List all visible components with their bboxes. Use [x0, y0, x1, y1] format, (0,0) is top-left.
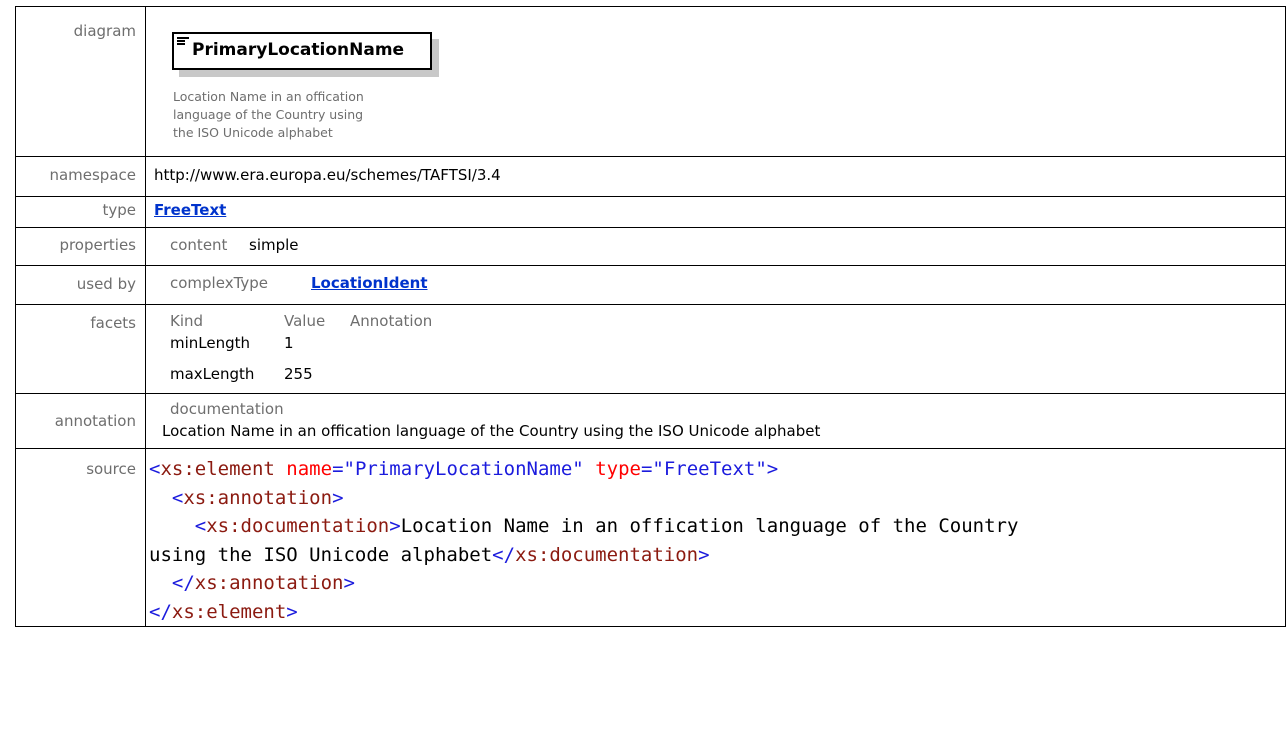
element-box[interactable]: PrimaryLocationName: [172, 32, 432, 70]
type-link[interactable]: FreeText: [154, 201, 226, 219]
annotation-text: Location Name in an offication language …: [162, 422, 821, 440]
code-text: using the ISO Unicode alphabet: [149, 543, 493, 566]
diagram-row: diagram PrimaryLocationName Location Nam…: [15, 6, 1286, 157]
diagram-description-line: Location Name in an offication: [173, 89, 364, 104]
source-code: <xs:element name="PrimaryLocationName" t…: [149, 458, 1019, 623]
facet-row-value: 1: [284, 334, 294, 352]
code-tag: xs:annotation: [183, 486, 333, 509]
facet-header-kind: Kind: [170, 312, 204, 330]
facets-row: facets Kind Value Annotation minLength 1…: [15, 304, 1286, 394]
element-box-name: PrimaryLocationName: [192, 40, 405, 60]
source-label: source: [86, 460, 136, 478]
code-tag: xs:element: [160, 458, 275, 480]
code-attr-value: "FreeText": [652, 458, 767, 480]
diagram-canvas: PrimaryLocationName Location Name in an …: [154, 7, 1285, 156]
element-lines-icon: [177, 37, 189, 47]
diagram-label-cell: diagram: [15, 6, 146, 157]
type-label: type: [102, 201, 136, 219]
code-tag: xs:documentation: [206, 515, 390, 537]
namespace-label: namespace: [49, 166, 136, 184]
source-row: source <xs:element name="PrimaryLocation…: [15, 448, 1286, 627]
used-by-key: complexType: [170, 274, 269, 292]
facet-row-kind: maxLength: [170, 365, 255, 383]
code-tag: xs:annotation: [194, 572, 344, 594]
annotation-key: documentation: [170, 400, 284, 418]
source-label-cell: source: [15, 448, 146, 627]
used-by-cell: complexType LocationIdent: [145, 265, 1286, 305]
facet-row-kind: minLength: [170, 334, 251, 352]
facet-header-value: Value: [284, 312, 326, 330]
source-cell: <xs:element name="PrimaryLocationName" t…: [145, 448, 1286, 627]
diagram-description-line: the ISO Unicode alphabet: [173, 125, 333, 140]
location-ident-link[interactable]: LocationIdent: [311, 274, 428, 292]
facets-label-cell: facets: [15, 304, 146, 394]
schema-doc-table: diagram PrimaryLocationName Location Nam…: [15, 6, 1286, 627]
properties-label-cell: properties: [15, 227, 146, 266]
diagram-label: diagram: [73, 22, 136, 40]
code-attr-name: name: [286, 458, 333, 480]
diagram-cell: PrimaryLocationName Location Name in an …: [145, 6, 1286, 157]
used-by-label: used by: [76, 275, 136, 293]
code-text: Location Name in an offication language …: [400, 515, 1019, 537]
properties-row: properties content simple: [15, 227, 1286, 266]
namespace-value: http://www.era.europa.eu/schemes/TAFTSI/…: [154, 166, 501, 184]
namespace-row: namespace http://www.era.europa.eu/schem…: [15, 156, 1286, 197]
code-attr-value: "PrimaryLocationName": [343, 458, 584, 480]
namespace-cell: http://www.era.europa.eu/schemes/TAFTSI/…: [145, 156, 1286, 197]
code-tag: xs:element: [171, 600, 287, 623]
used-by-row: used by complexType LocationIdent: [15, 265, 1286, 305]
facets-label: facets: [90, 314, 136, 332]
diagram-description-line: language of the Country using: [173, 107, 364, 122]
annotation-row: annotation documentation Location Name i…: [15, 393, 1286, 449]
diagram-description: Location Name in an offication language …: [173, 88, 473, 142]
code-attr-name: type: [595, 458, 641, 480]
properties-label: properties: [59, 236, 136, 254]
property-value: simple: [249, 236, 299, 254]
type-row: type FreeText: [15, 196, 1286, 228]
facet-header-annotation: Annotation: [350, 312, 433, 330]
code-tag: xs:documentation: [515, 543, 699, 566]
facet-row-value: 255: [284, 365, 313, 383]
annotation-label: annotation: [54, 412, 136, 430]
namespace-label-cell: namespace: [15, 156, 146, 197]
used-by-label-cell: used by: [15, 265, 146, 305]
property-key: content: [170, 236, 228, 254]
properties-cell: content simple: [145, 227, 1286, 266]
annotation-label-cell: annotation: [15, 393, 146, 449]
type-label-cell: type: [15, 196, 146, 228]
facets-cell: Kind Value Annotation minLength 1 maxLen…: [145, 304, 1286, 394]
annotation-cell: documentation Location Name in an offica…: [145, 393, 1286, 449]
type-cell: FreeText: [145, 196, 1286, 228]
